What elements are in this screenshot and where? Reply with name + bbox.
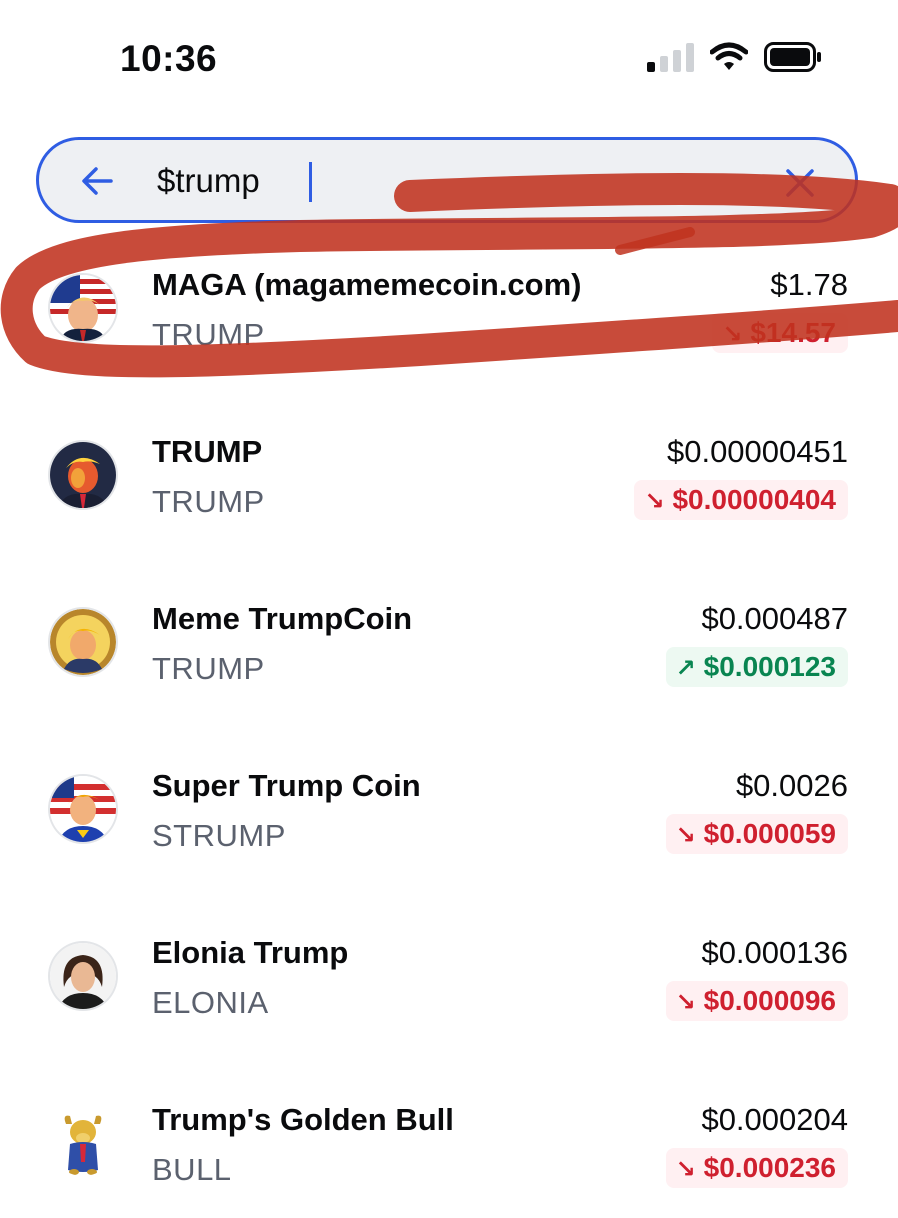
clear-search-icon[interactable] <box>785 168 815 198</box>
search-result-row[interactable]: Super Trump Coin STRUMP $0.0026 ↘ $0.0000… <box>0 734 898 884</box>
coin-name: Super Trump Coin <box>152 768 421 803</box>
person-portrait-avatar <box>50 943 116 1009</box>
status-time: 10:36 <box>120 38 218 79</box>
coin-ticker: TRUMP <box>152 484 265 519</box>
price-change-value: $0.000236 <box>703 1152 836 1183</box>
text-caret <box>309 162 312 202</box>
search-result-row[interactable]: Trump's Golden Bull BULL $0.000204 ↘ $0.0… <box>0 1068 898 1218</box>
wifi-icon <box>710 42 748 70</box>
search-result-row[interactable]: Meme TrumpCoin TRUMP $0.000487 ↗ $0.00012… <box>0 567 898 717</box>
trump-superhero-avatar <box>50 776 116 842</box>
coin-ticker: ELONIA <box>152 985 269 1020</box>
price-change-badge: ↘ $14.57 <box>712 313 848 353</box>
price-change-value: $0.000059 <box>703 818 836 849</box>
trump-pop-art-avatar <box>50 442 116 508</box>
price-change-value: $14.57 <box>750 317 836 348</box>
search-result-row[interactable]: Elonia Trump ELONIA $0.000136 ↘ $0.000096 <box>0 901 898 1051</box>
price-change-value: $0.000096 <box>703 985 836 1016</box>
arrow-down-right-icon: ↘ <box>675 822 696 849</box>
trump-flag-avatar <box>50 275 116 341</box>
arrow-down-right-icon: ↘ <box>644 488 665 515</box>
cellular-signal-icon <box>647 42 694 72</box>
battery-icon <box>764 42 821 72</box>
search-bar <box>36 137 858 223</box>
price-change-badge: ↗ $0.000123 <box>665 647 848 687</box>
price-change-badge: ↘ $0.000096 <box>665 981 848 1021</box>
price-change-badge: ↘ $0.000059 <box>665 814 848 854</box>
coin-price: $0.00000451 <box>666 434 848 469</box>
arrow-up-right-icon: ↗ <box>675 655 696 682</box>
coin-price: $1.78 <box>770 267 848 302</box>
coin-name: Meme TrumpCoin <box>152 601 413 636</box>
search-result-row[interactable]: MAGA (magamemecoin.com) TRUMP $1.78 ↘ $14… <box>0 233 898 383</box>
coin-price: $0.000487 <box>701 601 848 636</box>
price-change-badge: ↘ $0.00000404 <box>634 480 848 520</box>
coin-price: $0.000136 <box>701 935 848 970</box>
price-change-value: $0.000123 <box>703 651 836 682</box>
coin-name: MAGA (magamemecoin.com) <box>152 267 582 302</box>
arrow-down-right-icon: ↘ <box>675 1156 696 1183</box>
price-change-value: $0.00000404 <box>672 484 836 515</box>
search-result-row[interactable]: TRUMP TRUMP $0.00000451 ↘ $0.00000404 <box>0 400 898 550</box>
price-change-badge: ↘ $0.000236 <box>665 1148 848 1188</box>
coin-name: Elonia Trump <box>152 935 349 970</box>
arrow-down-right-icon: ↘ <box>675 989 696 1016</box>
coin-ticker: STRUMP <box>152 818 286 853</box>
coin-ticker: TRUMP <box>152 317 265 352</box>
coin-price: $0.0026 <box>735 768 848 803</box>
golden-bull-avatar <box>50 1110 116 1176</box>
coin-ticker: BULL <box>152 1152 232 1187</box>
status-icons <box>647 42 822 72</box>
trump-gold-coin-avatar <box>50 609 116 675</box>
arrow-down-right-icon: ↘ <box>722 321 743 348</box>
back-arrow-icon[interactable] <box>81 166 113 196</box>
coin-ticker: TRUMP <box>152 651 265 686</box>
search-input[interactable] <box>157 158 757 204</box>
coin-name: TRUMP <box>152 434 263 469</box>
coin-name: Trump's Golden Bull <box>152 1102 454 1137</box>
coin-price: $0.000204 <box>701 1102 848 1137</box>
